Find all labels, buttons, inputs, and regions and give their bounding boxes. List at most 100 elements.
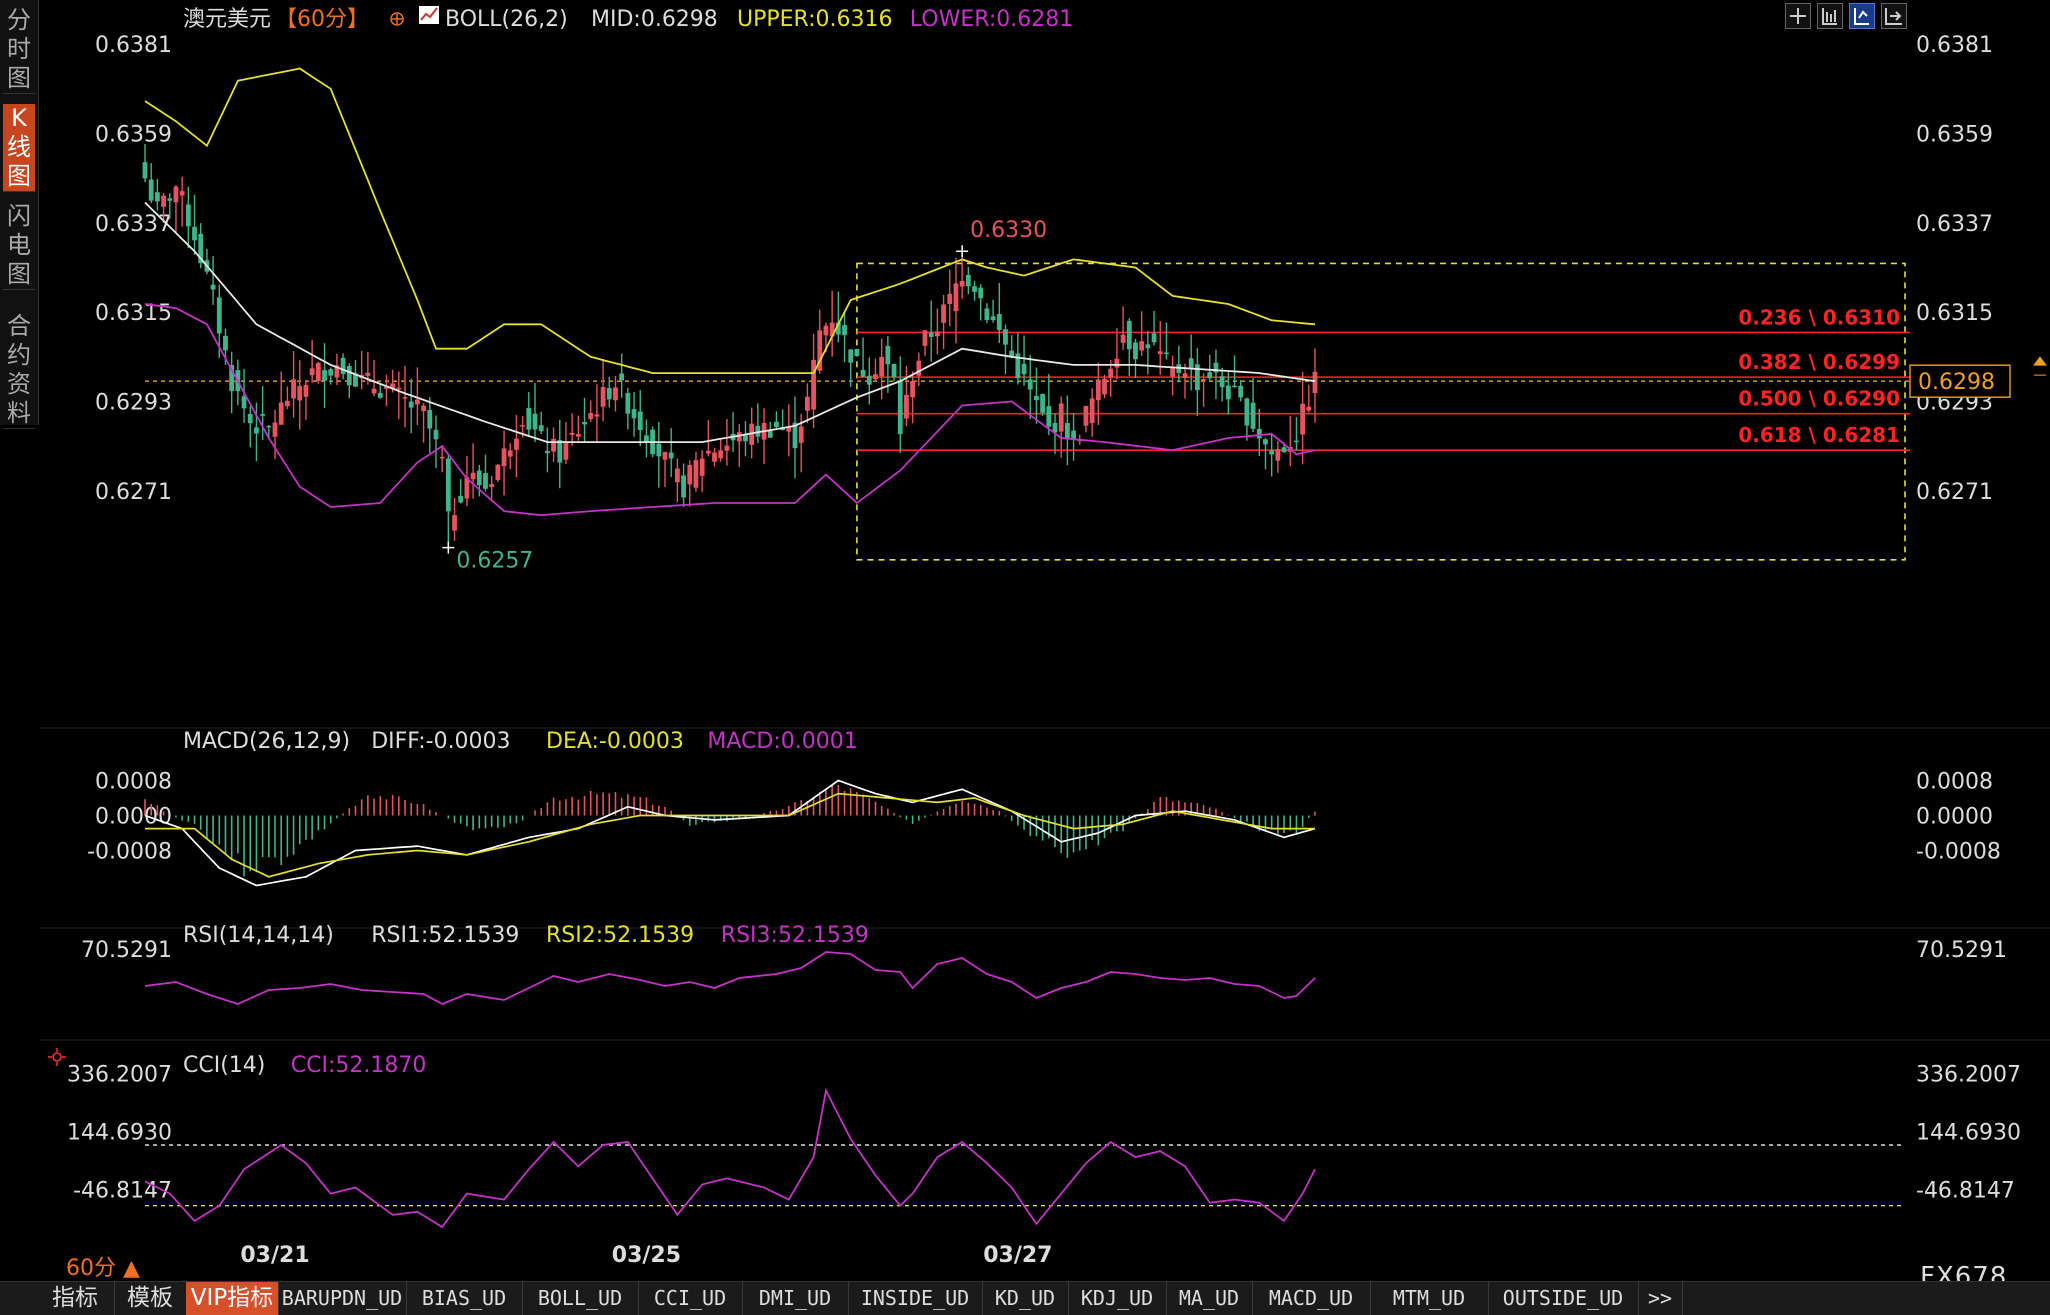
candle-body — [1102, 378, 1107, 395]
candle-body — [736, 432, 742, 442]
candle-body — [1294, 440, 1299, 443]
candle-body — [260, 414, 266, 416]
macd-axis-right-label: 0.0008 — [1916, 770, 1993, 795]
grid-layout-icon[interactable] — [1785, 3, 1811, 29]
rsi-legend-item: RSI1:52.1539 — [371, 923, 519, 948]
candle-body — [687, 464, 693, 485]
candle-body — [1003, 329, 1008, 345]
price-axis-right-label: 0.6359 — [1916, 123, 1993, 148]
candle-body — [563, 441, 569, 460]
indicator-tab-bar: 指标 模板 VIP指标 BARUPDN_UD BIAS_UD BOLL_UD CCI_UD D… — [0, 1281, 2050, 1315]
expand-icon[interactable] — [1881, 3, 1907, 29]
candle-body — [266, 425, 272, 428]
cci-axis-left-label: 144.6930 — [67, 1120, 172, 1145]
candle-body — [557, 439, 563, 463]
rsi-legend-item: RSI(14,14,14) — [183, 923, 334, 948]
macd-axis-left-label: 0.0008 — [95, 770, 172, 795]
tab-mtm-ud[interactable]: MTM_UD — [1370, 1282, 1489, 1315]
tab-kd-ud[interactable]: KD_UD — [982, 1282, 1069, 1315]
macd-axis-left-label: 0.0000 — [95, 805, 172, 830]
candle-body — [340, 357, 346, 374]
candle-body — [978, 287, 984, 299]
rsi-axis-left-label: 70.5291 — [81, 938, 172, 963]
tab-barupdn-ud[interactable]: BARUPDN_UD — [278, 1282, 407, 1315]
boll-mid-line — [144, 201, 1316, 443]
boll-legend-item: MID:0.6298 — [591, 7, 718, 32]
candle-body — [1114, 358, 1120, 368]
tab-ma-ud[interactable]: MA_UD — [1166, 1282, 1253, 1315]
cci-axis-right-label: 144.6930 — [1916, 1120, 2021, 1145]
tab--[interactable]: >> — [1638, 1282, 1683, 1315]
candle-body — [396, 387, 402, 390]
candle-body — [1126, 320, 1132, 350]
macd-legend-item: MACD(26,12,9) — [183, 729, 350, 754]
candle-body — [619, 373, 625, 381]
tab-dmi-ud[interactable]: DMI_UD — [742, 1282, 849, 1315]
price-axis-left-label: 0.6293 — [95, 390, 172, 415]
tab-macd-ud[interactable]: MACD_UD — [1252, 1282, 1371, 1315]
panel-layout-icon[interactable] — [1817, 3, 1843, 29]
tab-kdj-ud[interactable]: KDJ_UD — [1068, 1282, 1167, 1315]
candle-body — [241, 396, 247, 409]
candle-body — [501, 448, 507, 467]
candle-body — [309, 368, 315, 376]
tab--[interactable]: 指标 — [36, 1282, 115, 1315]
candle-body — [167, 198, 173, 201]
candle-body — [1034, 395, 1039, 401]
candle-body — [934, 331, 940, 337]
candle-body — [990, 316, 996, 321]
candle-body — [965, 274, 971, 287]
candle-body — [668, 452, 674, 459]
boll-legend-item: LOWER:0.6281 — [910, 7, 1073, 32]
candle-body — [681, 475, 686, 498]
date-axis-label: 03/25 — [612, 1243, 681, 1268]
candle-body — [705, 450, 711, 454]
macd-axis-right-label: 0.0000 — [1916, 805, 1993, 830]
chart-canvas[interactable]: 0.6381 0.6381 0.6359 0.6359 0.6337 0.6337 0.63… — [0, 0, 2050, 1282]
macd-diff-line — [144, 779, 1316, 887]
candle-body — [774, 421, 779, 428]
candle-body — [1232, 385, 1237, 388]
candle-body — [743, 435, 748, 442]
candle-body — [693, 460, 699, 488]
candle-body — [594, 414, 600, 417]
split-view-icon[interactable] — [1849, 3, 1875, 29]
candle-body — [216, 297, 222, 334]
candle-body — [582, 421, 587, 425]
candle-body — [1188, 358, 1194, 368]
candle-body — [328, 369, 334, 376]
candle-body — [483, 473, 488, 489]
tab-boll-ud[interactable]: BOLL_UD — [522, 1282, 639, 1315]
candle-body — [161, 195, 166, 207]
cci-axis-right-label: -46.8147 — [1916, 1179, 2015, 1204]
candle-body — [142, 162, 148, 179]
price-axis-left-label: 0.6381 — [95, 33, 172, 58]
candle-body — [1281, 447, 1287, 453]
tab-outside-ud[interactable]: OUTSIDE_UD — [1488, 1282, 1639, 1315]
price-axis-left-label: 0.6359 — [95, 123, 172, 148]
macd-legend-item: DEA:-0.0003 — [546, 729, 684, 754]
candle-body — [866, 375, 872, 385]
candle-body — [223, 335, 228, 351]
candle-body — [699, 458, 705, 476]
cci-line — [144, 1087, 1316, 1229]
candle-body — [291, 379, 296, 399]
candle-body — [1225, 385, 1231, 400]
tab-vip-[interactable]: VIP指标 — [186, 1282, 279, 1315]
tab-inside-ud[interactable]: INSIDE_UD — [848, 1282, 983, 1315]
candle-body — [185, 204, 191, 227]
candle-body — [1095, 379, 1101, 401]
chart-title: 澳元美元 — [183, 7, 271, 32]
candle-body — [179, 191, 185, 196]
candle-body — [860, 369, 866, 377]
tab--[interactable]: 模板 — [114, 1282, 187, 1315]
candle-body — [315, 362, 321, 382]
period-selector[interactable]: 60分 ▲ — [66, 1250, 140, 1282]
cci-legend-item: CCI(14) — [183, 1053, 265, 1078]
boll-lower-line — [144, 303, 1316, 517]
tab-bias-ud[interactable]: BIAS_UD — [406, 1282, 523, 1315]
candle-body — [724, 445, 730, 451]
tab-cci-ud[interactable]: CCI_UD — [638, 1282, 743, 1315]
high-marker-icon — [956, 245, 969, 258]
cci-axis-left-label: -46.8147 — [73, 1179, 172, 1204]
